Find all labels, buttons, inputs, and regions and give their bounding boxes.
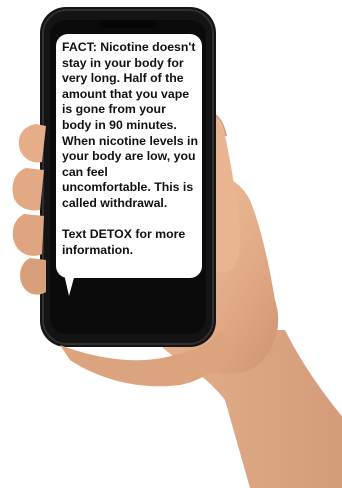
finger-4 <box>20 258 46 295</box>
finger-2 <box>12 168 44 211</box>
fact-message-text: FACT: Nicotine doesn't stay in your body… <box>62 40 198 210</box>
phone-notch <box>100 20 156 28</box>
finger-1 <box>18 124 46 163</box>
cta-message-text: Text DETOX for more information. <box>62 227 186 257</box>
message-bubble: FACT: Nicotine doesn't stay in your body… <box>56 34 202 278</box>
finger-3 <box>12 214 44 256</box>
phone-in-hand-illustration: FACT: Nicotine doesn't stay in your body… <box>0 0 342 488</box>
message-bubble-tail <box>64 274 75 296</box>
